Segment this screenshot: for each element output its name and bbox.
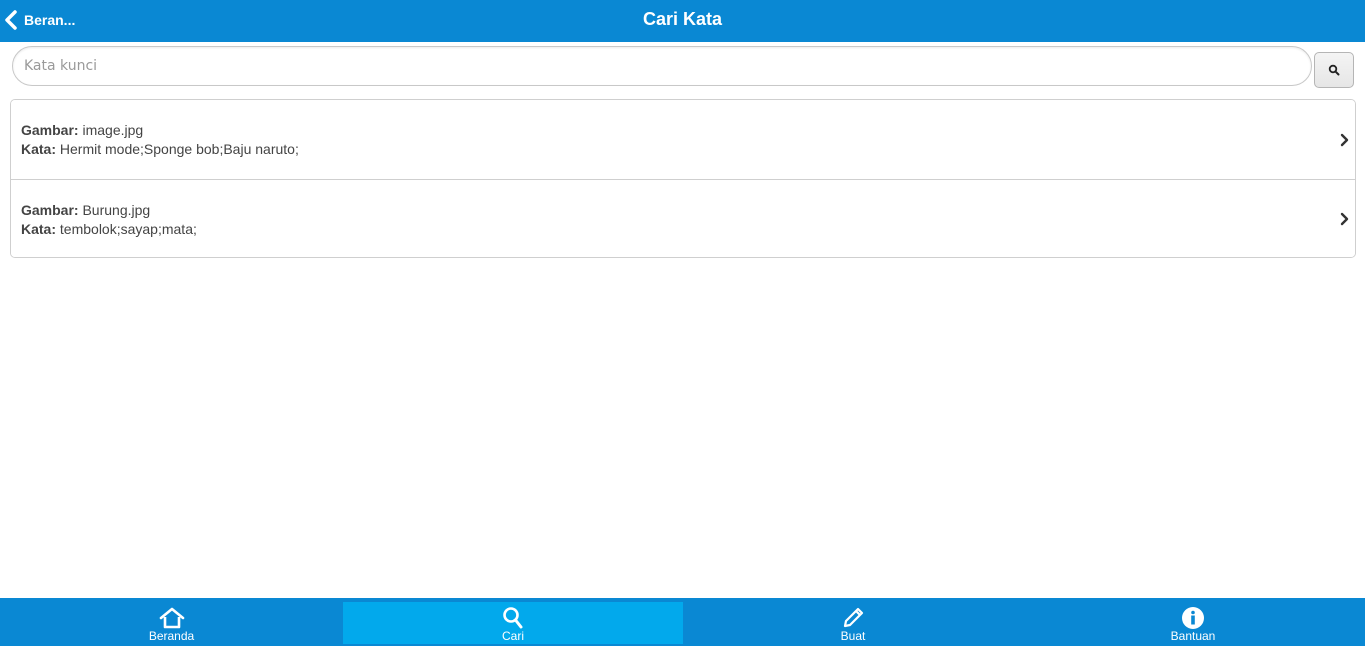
info-icon [1182, 607, 1204, 629]
results-list: Gambar: image.jpg Kata: Hermit mode;Spon… [10, 99, 1356, 258]
search-icon [503, 607, 523, 629]
chevron-right-icon [1340, 212, 1349, 225]
nav-item-cari[interactable]: Cari [343, 602, 683, 644]
nav-label: Cari [501, 629, 524, 643]
home-icon [159, 607, 184, 629]
nav-item-buat[interactable]: Buat [683, 602, 1023, 644]
nav-label: Buat [840, 629, 866, 643]
gambar-label: Gambar: [21, 202, 79, 218]
kata-line: Kata: tembolok;sayap;mata; [21, 220, 1345, 239]
kata-line: Kata: Hermit mode;Sponge bob;Baju naruto… [21, 140, 1345, 159]
kata-value: tembolok;sayap;mata; [59, 221, 197, 237]
gambar-line: Gambar: image.jpg [21, 121, 1345, 140]
header-bar: Beran... Cari Kata [0, 0, 1365, 42]
search-input[interactable] [12, 46, 1312, 86]
bottom-navbar: Beranda Cari Buat Bantuan [0, 598, 1365, 646]
gambar-value: Burung.jpg [82, 202, 151, 218]
list-item[interactable]: Gambar: image.jpg Kata: Hermit mode;Spon… [11, 100, 1355, 179]
nav-label: Beranda [148, 629, 195, 643]
kata-value: Hermit mode;Sponge bob;Baju naruto; [59, 141, 299, 157]
pencil-icon [843, 607, 864, 628]
search-icon [1328, 64, 1340, 76]
nav-item-beranda[interactable]: Beranda [0, 602, 343, 644]
search-button[interactable] [1314, 52, 1354, 88]
gambar-line: Gambar: Burung.jpg [21, 201, 1345, 220]
kata-label: Kata: [21, 221, 57, 237]
chevron-right-icon [1340, 133, 1349, 146]
nav-item-bantuan[interactable]: Bantuan [1023, 602, 1363, 644]
page-title: Cari Kata [642, 9, 723, 29]
gambar-value: image.jpg [82, 122, 144, 138]
kata-label: Kata: [21, 141, 57, 157]
gambar-label: Gambar: [21, 122, 79, 138]
nav-label: Bantuan [1170, 629, 1216, 643]
list-item[interactable]: Gambar: Burung.jpg Kata: tembolok;sayap;… [11, 179, 1355, 257]
search-bar [12, 46, 1354, 90]
